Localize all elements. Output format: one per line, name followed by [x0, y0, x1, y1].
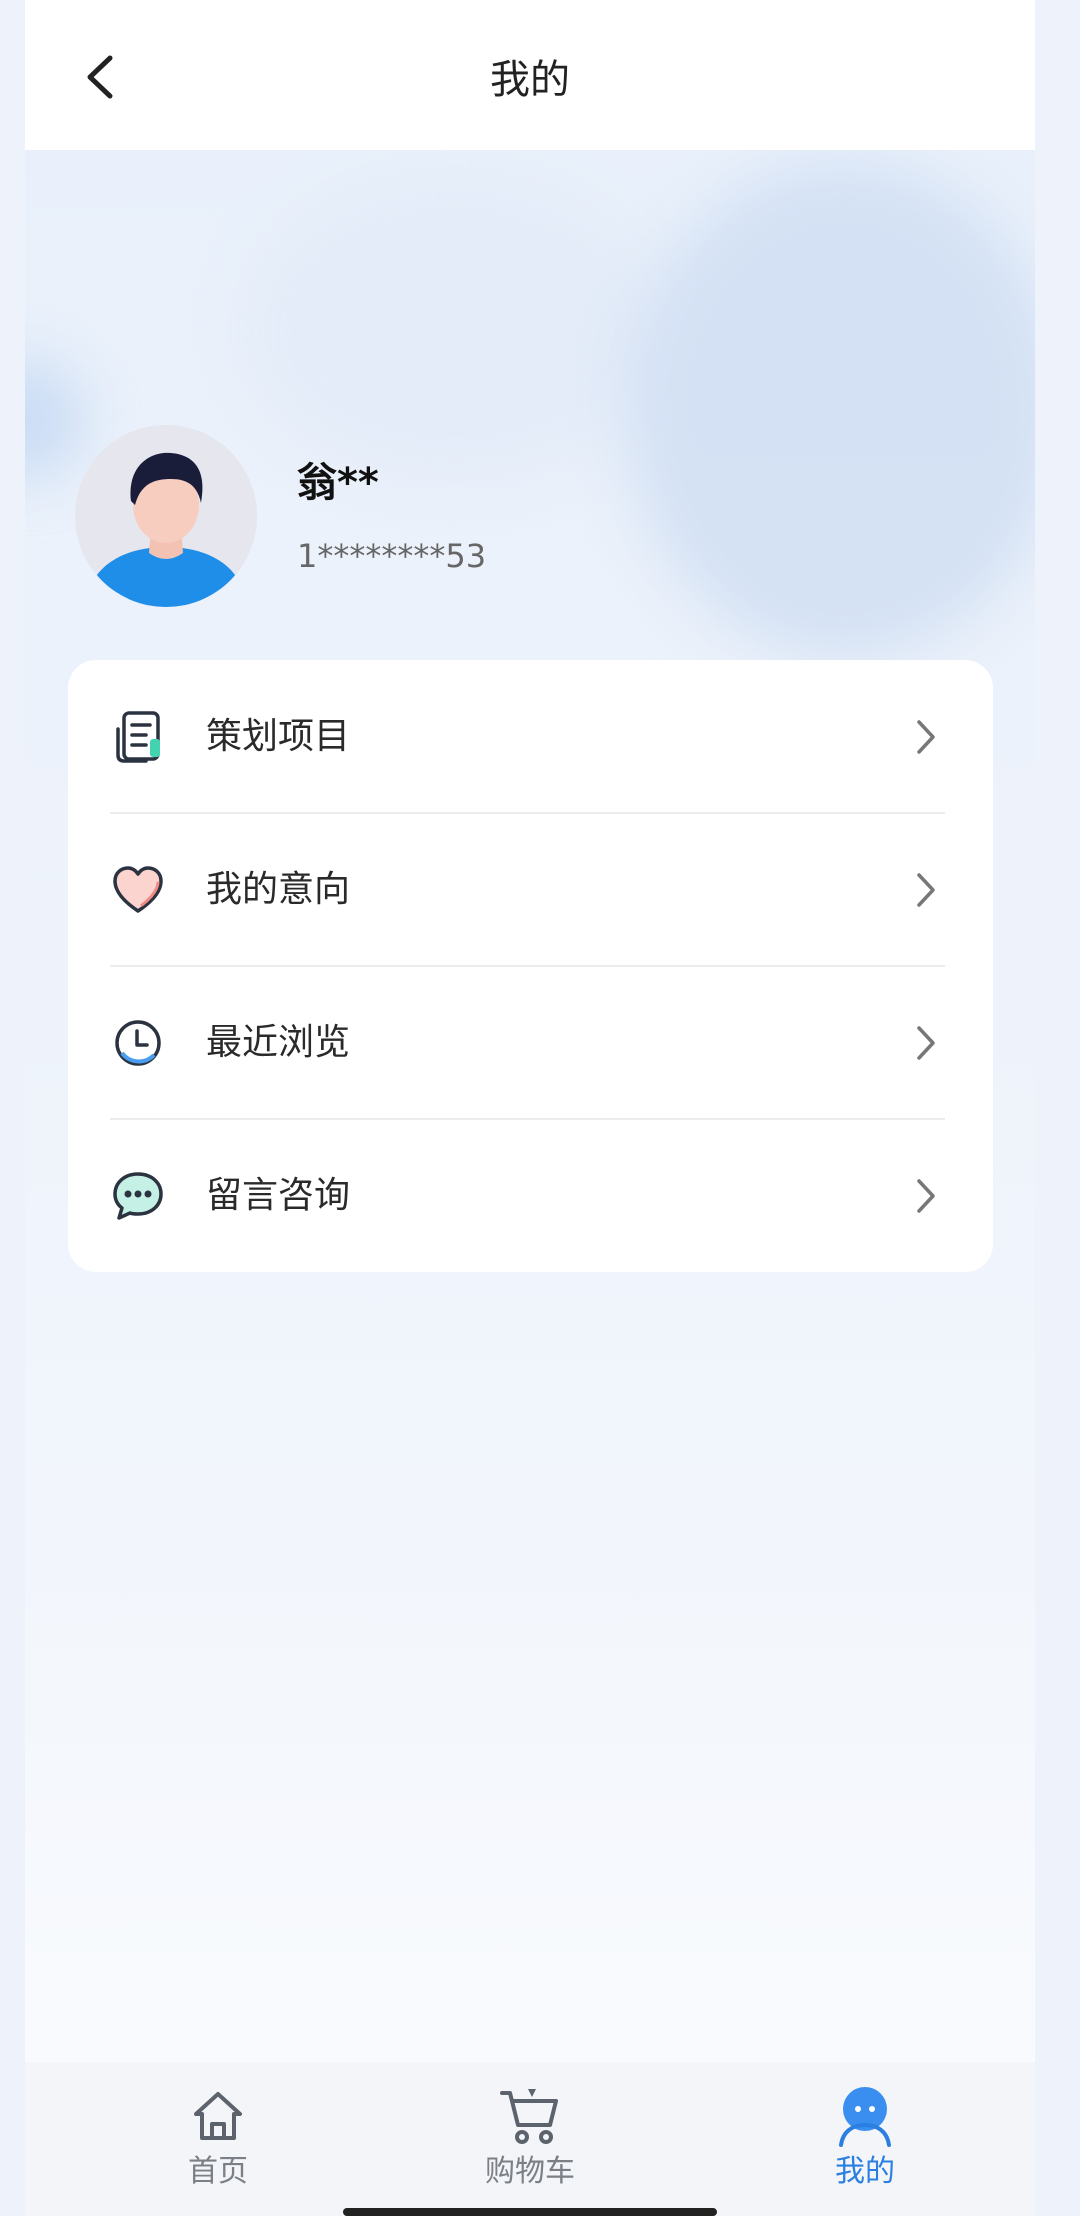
background-decoration: [625, 160, 1035, 660]
tab-profile[interactable]: 我的: [765, 2080, 965, 2200]
menu-item-label: 最近浏览: [206, 1021, 351, 1063]
heart-icon: [110, 862, 166, 918]
menu-item-recently-viewed[interactable]: 最近浏览: [68, 966, 993, 1119]
user-phone: 1********53: [297, 537, 487, 575]
home-indicator: [343, 2208, 717, 2216]
tab-label: 首页: [188, 2154, 248, 2189]
menu-item-label: 我的意向: [206, 868, 351, 910]
tab-cart[interactable]: 购物车: [430, 2080, 630, 2200]
user-avatar-icon: [75, 425, 257, 607]
cart-icon: [430, 2080, 630, 2152]
background-decoration: [25, 360, 85, 480]
menu-item-label: 策划项目: [206, 715, 351, 757]
tab-label: 我的: [835, 2154, 895, 2189]
chevron-right-icon: [911, 870, 941, 910]
chevron-right-icon: [911, 1176, 941, 1216]
tab-home[interactable]: 首页: [118, 2080, 318, 2200]
profile-page: 我的 翁** 1********53 策划项目 我的意向 最近浏览 留言咨询 首…: [25, 0, 1035, 2216]
menu-item-my-intentions[interactable]: 我的意向: [68, 813, 993, 966]
background-decoration: [245, 180, 665, 480]
menu-item-label: 留言咨询: [206, 1174, 351, 1216]
page-title: 我的: [490, 57, 570, 103]
top-nav-bar: 我的: [25, 0, 1035, 150]
menu-item-message-consulting[interactable]: 留言咨询: [68, 1119, 993, 1272]
user-name: 翁**: [297, 460, 379, 506]
chevron-right-icon: [911, 717, 941, 757]
menu-item-planning-projects[interactable]: 策划项目: [68, 660, 993, 813]
home-icon: [118, 2080, 318, 2152]
chat-bubble-icon: [110, 1168, 166, 1224]
profile-icon: [765, 2080, 965, 2152]
bottom-tab-bar: 首页 购物车 我的: [25, 2062, 1035, 2216]
clock-icon: [110, 1015, 166, 1071]
document-icon: [110, 709, 166, 765]
chevron-right-icon: [911, 1023, 941, 1063]
menu-card: 策划项目 我的意向 最近浏览 留言咨询: [68, 660, 993, 1272]
avatar[interactable]: [75, 425, 257, 607]
tab-label: 购物车: [485, 2154, 575, 2189]
